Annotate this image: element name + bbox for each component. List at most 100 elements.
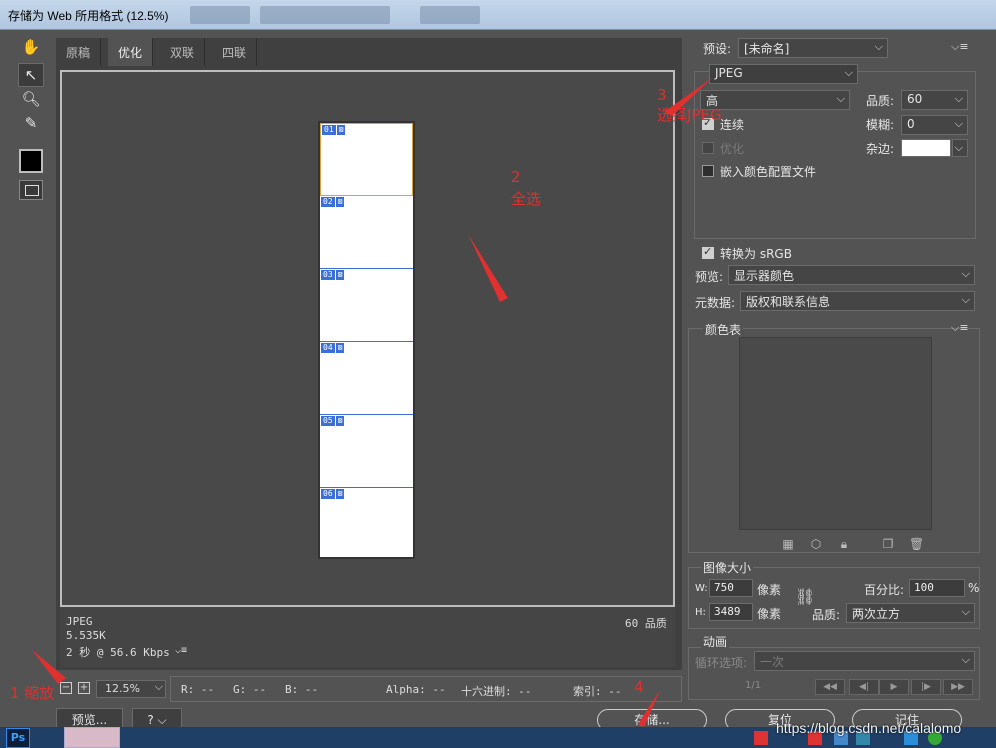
convert-srgb-checkbox[interactable] [702, 245, 714, 259]
optimized-label: 优化 [720, 142, 745, 156]
slice-number: 06 [321, 489, 335, 499]
help-icon: ? [147, 713, 154, 727]
quality-label: 品质: [866, 94, 895, 108]
slice-select-tool-icon[interactable]: ↖ [18, 63, 44, 87]
eyedropper-color-swatch[interactable] [19, 149, 43, 173]
resample-quality-select[interactable]: 两次立方 [846, 603, 975, 623]
title-bar: 存储为 Web 所用格式 (12.5%) [0, 0, 996, 30]
eyedropper-tool-icon[interactable]: ✎ [18, 111, 44, 135]
slice-03[interactable]: 03 ⊠ [320, 269, 413, 342]
hand-tool-icon[interactable]: ✋ [18, 35, 44, 59]
slice-number: 01 [322, 125, 336, 135]
zoom-out-button[interactable]: − [60, 682, 72, 694]
new-color-icon[interactable]: ❐ [881, 537, 895, 551]
zoom-level-select[interactable]: 12.5% [96, 680, 166, 698]
matte-select[interactable] [952, 139, 968, 157]
percent-unit: % [968, 581, 980, 595]
color-table-label: 颜色表 [703, 321, 744, 338]
last-frame-button[interactable]: ▶▶ [943, 679, 973, 695]
slice-01[interactable]: 01 ⊠ [320, 123, 413, 196]
annotation-step2-text: 全选 [511, 190, 542, 208]
watermark: https://blog.csdn.net/calalomo [776, 720, 962, 736]
slice-05[interactable]: 05 ⊠ [320, 415, 413, 488]
readout-index: 索引: -- [573, 685, 622, 698]
slice-image-icon: ⊠ [335, 416, 345, 426]
next-frame-button[interactable]: |▶ [911, 679, 941, 695]
slice-06[interactable]: 06 ⊠ [320, 488, 413, 561]
info-time: 2 秒 @ 56.6 Kbps [66, 646, 170, 659]
embed-profile-checkbox[interactable] [702, 165, 714, 177]
tab-optimized[interactable]: 优化 [108, 38, 154, 66]
zoom-in-button[interactable]: + [78, 682, 90, 694]
height-unit: 像素 [757, 607, 782, 621]
slice-number: 05 [321, 416, 335, 426]
tool-strip: ✋ ↖ 🔍︎ ✎ [14, 35, 48, 205]
color-table-menu-icon[interactable]: ⌵≡ [951, 321, 969, 335]
view-tabs: 原稿 优化 双联 四联 [56, 38, 682, 66]
first-frame-button[interactable]: ◀◀ [815, 679, 845, 695]
resample-quality-label: 品质: [812, 608, 841, 622]
blur-input[interactable]: 0 [901, 115, 968, 135]
width-input[interactable]: 750 [709, 579, 753, 597]
play-button[interactable]: ▶ [879, 679, 909, 695]
slice-image-icon: ⊠ [335, 489, 345, 499]
preview-profile-select[interactable]: 显示器颜色 [728, 265, 975, 285]
slice-image-icon: ⊠ [336, 125, 346, 135]
optimize-menu-icon[interactable]: ⌵≡ [951, 40, 969, 54]
image-size-label: 图像大小 [701, 559, 754, 576]
annotation-step3-text: 选择JPEG [657, 106, 722, 124]
preview-label: 预览: [695, 270, 724, 284]
height-input[interactable]: 3489 [709, 603, 753, 621]
info-size: 5.535K [66, 629, 106, 642]
taskbar-app-thumbnail[interactable] [64, 727, 120, 748]
toggle-slices-visibility-icon[interactable] [19, 180, 43, 200]
file-format-select[interactable]: JPEG [709, 64, 858, 84]
status-bar: − + 12.5% R: -- G: -- B: -- Alpha: -- 十六… [56, 676, 682, 702]
tab-2up[interactable]: 双联 [160, 38, 206, 66]
slice-number: 03 [321, 270, 335, 280]
map-to-transparent-icon[interactable]: ▦ [781, 537, 795, 551]
delete-color-icon[interactable]: 🗑︎ [909, 537, 924, 551]
download-speed-menu-icon[interactable]: ⌵≡ [175, 645, 187, 656]
readout-g: G: -- [233, 683, 267, 696]
annotation-step2-number: 2 [511, 168, 521, 186]
zoom-tool-icon[interactable]: 🔍︎ [18, 87, 44, 111]
color-table[interactable] [739, 337, 932, 530]
quality-input[interactable]: 60 [901, 90, 968, 110]
slice-image-icon: ⊠ [335, 197, 345, 207]
window-title: 存储为 Web 所用格式 (12.5%) [8, 9, 169, 23]
constrain-proportions-link-icon[interactable]: ⛓︎ [795, 587, 815, 606]
metadata-label: 元数据: [695, 296, 736, 310]
optimization-info: JPEG 5.535K 2 秒 @ 56.6 Kbps ⌵≡ 60 品质 [60, 607, 675, 667]
readout-hex: 十六进制: -- [461, 685, 532, 698]
percent-input[interactable]: 100 [909, 579, 965, 597]
tray-app-icon[interactable] [754, 731, 768, 745]
embed-profile-label: 嵌入颜色配置文件 [720, 165, 817, 179]
preset-select[interactable]: [未命名] [738, 38, 888, 58]
frame-counter: 1/1 [745, 680, 762, 691]
color-readout: R: -- G: -- B: -- Alpha: -- 十六进制: -- 索引:… [170, 676, 682, 702]
animation-label: 动画 [701, 633, 730, 650]
prev-frame-button[interactable]: ◀| [849, 679, 879, 695]
compression-quality-select[interactable]: 高 [700, 90, 850, 110]
info-format: JPEG [66, 615, 93, 628]
annotation-step4: 4 [634, 678, 644, 696]
web-snap-icon[interactable]: ⬡ [809, 537, 823, 551]
photoshop-taskbar-icon[interactable]: Ps [6, 728, 30, 748]
blur-label: 模糊: [866, 118, 895, 132]
width-label: W: [695, 583, 708, 594]
readout-alpha: Alpha: -- [386, 683, 446, 696]
lock-color-icon[interactable]: 🔒︎ [837, 537, 851, 551]
loop-options-select[interactable]: 一次 [754, 651, 975, 671]
slice-02[interactable]: 02 ⊠ [320, 196, 413, 269]
tab-4up[interactable]: 四联 [212, 38, 258, 66]
preview-image[interactable]: 01 ⊠ 02 ⊠ 03 ⊠ 04 ⊠ 05 ⊠ 06 ⊠ [318, 121, 415, 559]
width-unit: 像素 [757, 583, 782, 597]
matte-color-swatch[interactable] [901, 139, 951, 157]
title-bar-decor [260, 6, 390, 24]
tab-original[interactable]: 原稿 [56, 38, 102, 66]
metadata-select[interactable]: 版权和联系信息 [740, 291, 975, 311]
height-label: H: [695, 607, 706, 618]
slice-04[interactable]: 04 ⊠ [320, 342, 413, 415]
optimized-checkbox[interactable] [702, 142, 714, 154]
